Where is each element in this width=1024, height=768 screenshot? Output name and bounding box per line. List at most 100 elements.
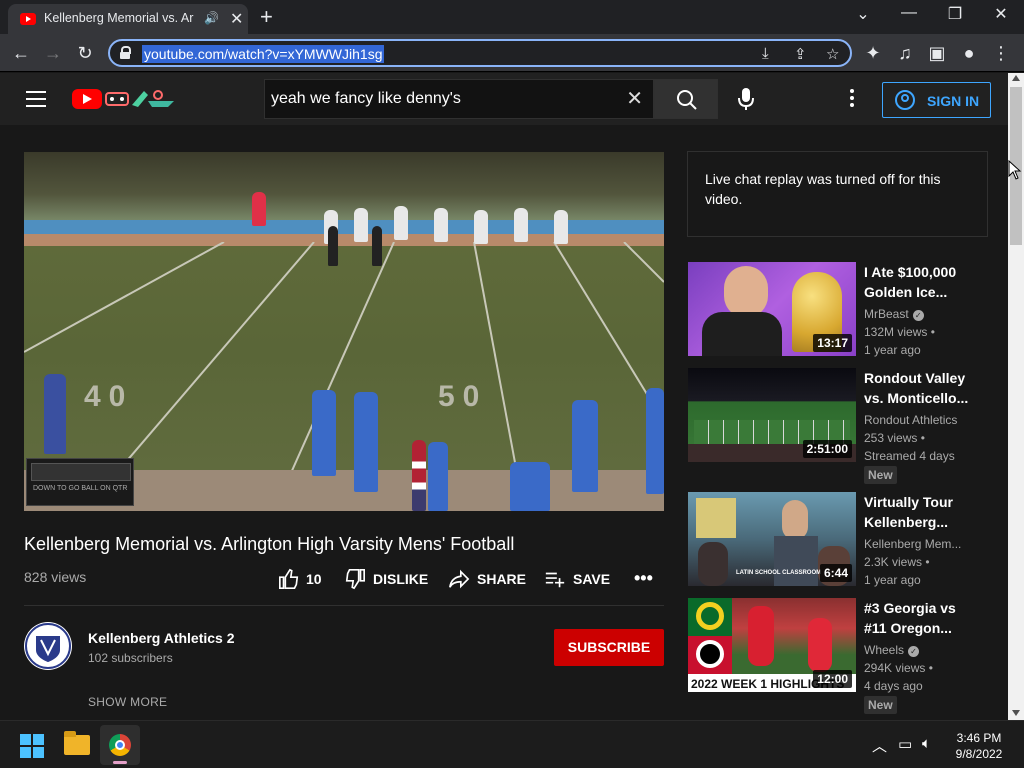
- active-app-indicator: [113, 761, 127, 764]
- player-figure: [514, 208, 528, 242]
- video-title-line-1[interactable]: Rondout Valley: [864, 368, 976, 388]
- bookmark-star-icon[interactable]: ☆: [826, 45, 839, 63]
- browser-toolbar: ← → ↻ youtube.com/watch?v=xYMWWJih1sg ⤓ …: [0, 34, 1024, 72]
- video-thumbnail[interactable]: 2022 WEEK 1 HIGHLIGHTS 12:00: [688, 598, 856, 692]
- video-title-line-2[interactable]: vs. Monticello...: [864, 388, 976, 408]
- forward-button[interactable]: →: [40, 40, 66, 66]
- channel-name[interactable]: MrBeast: [864, 307, 909, 321]
- hamburger-menu-icon[interactable]: [26, 91, 46, 107]
- channel-name[interactable]: Kellenberg Athletics 2: [88, 630, 235, 646]
- subscriber-count: 102 subscribers: [88, 651, 173, 665]
- channel-name[interactable]: Kellenberg Mem...: [864, 537, 982, 551]
- channel-name-row[interactable]: Wheels ✓: [864, 643, 982, 657]
- sign-in-label: SIGN IN: [927, 93, 980, 109]
- channel-name[interactable]: Wheels: [864, 643, 904, 657]
- video-title-line-2[interactable]: Golden Ice...: [864, 282, 976, 302]
- speaker-icon[interactable]: 🔊: [204, 11, 219, 25]
- thumbs-up-icon: [279, 568, 299, 589]
- browser-tab-strip: Kellenberg Memorial vs. Arlin 🔊 ✕ + ⌄ — …: [0, 0, 1024, 34]
- verified-check-icon: ✓: [908, 646, 920, 657]
- yard-number-40: 40: [84, 380, 134, 413]
- voice-search-mic-icon[interactable]: [736, 87, 756, 111]
- profile-avatar-icon[interactable]: ●: [956, 40, 982, 66]
- extensions-puzzle-icon[interactable]: ✦: [860, 40, 886, 66]
- video-thumbnail[interactable]: 2:51:00: [688, 368, 856, 462]
- video-age: Streamed 4 days: [864, 449, 955, 463]
- sign-in-button[interactable]: SIGN IN: [882, 82, 991, 118]
- video-views: 253 views •: [864, 431, 925, 445]
- install-app-icon[interactable]: ⤓: [762, 45, 769, 62]
- video-thumbnail[interactable]: 13:17: [688, 262, 856, 356]
- youtube-header: yeah we fancy like denny's ✕ SIGN IN: [0, 73, 1008, 125]
- close-window-button[interactable]: ✕: [986, 4, 1016, 24]
- windows-taskbar: ︿ ▭ 🔈︎ 3:46 PM 9/8/2022: [0, 720, 1024, 768]
- clock-time: 3:46 PM: [956, 731, 1002, 745]
- system-clock[interactable]: 3:46 PM 9/8/2022: [944, 730, 1014, 762]
- clear-search-icon[interactable]: ✕: [626, 86, 643, 111]
- video-player[interactable]: 40 50 DOWN TO GO BALL ON QTR: [24, 152, 664, 511]
- settings-more-icon[interactable]: [850, 89, 856, 109]
- player-figure: [510, 462, 550, 511]
- save-label: SAVE: [573, 571, 611, 587]
- url-text[interactable]: youtube.com/watch?v=xYMWWJih1sg: [142, 45, 385, 63]
- coach-figure: [572, 400, 598, 492]
- more-actions-icon[interactable]: •••: [634, 568, 654, 589]
- file-explorer-icon[interactable]: [64, 731, 90, 755]
- search-query-text[interactable]: yeah we fancy like denny's: [271, 90, 461, 108]
- video-views: 132M views •: [864, 325, 935, 339]
- scroll-down-arrow-icon[interactable]: [1012, 710, 1020, 716]
- player-figure: [646, 388, 664, 494]
- thumbs-down-icon: [345, 569, 365, 590]
- video-title-line-1[interactable]: #3 Georgia vs: [864, 598, 976, 618]
- browser-tab[interactable]: Kellenberg Memorial vs. Arlin 🔊 ✕: [8, 4, 248, 34]
- recommended-video[interactable]: LATIN SCHOOL CLASSROOM 6:44 Virtually To…: [688, 492, 988, 588]
- youtube-doodle-logo[interactable]: [104, 87, 176, 111]
- address-bar[interactable]: youtube.com/watch?v=xYMWWJih1sg ⤓ ⇪ ☆: [108, 39, 852, 67]
- channel-avatar[interactable]: [24, 622, 72, 670]
- show-hidden-icons-chevron-icon[interactable]: ︿: [872, 735, 887, 756]
- youtube-logo-icon[interactable]: [72, 89, 102, 109]
- recommended-video[interactable]: 2022 WEEK 1 HIGHLIGHTS 12:00 #3 Georgia …: [688, 598, 988, 714]
- player-figure: [354, 208, 368, 242]
- network-icon[interactable]: ▭: [898, 735, 912, 753]
- media-controls-icon[interactable]: ♫: [892, 40, 918, 66]
- new-tab-button[interactable]: +: [260, 4, 273, 30]
- tab-search-chevron-icon[interactable]: ⌄: [848, 4, 878, 24]
- video-title-line-1[interactable]: I Ate $100,000: [864, 262, 976, 282]
- back-button[interactable]: ←: [8, 40, 34, 66]
- mouse-cursor-icon: [1008, 160, 1022, 180]
- lock-icon[interactable]: [120, 46, 131, 59]
- video-title-line-1[interactable]: Virtually Tour: [864, 492, 976, 512]
- chrome-menu-icon[interactable]: ⋮: [988, 40, 1014, 66]
- channel-name[interactable]: Rondout Athletics: [864, 413, 982, 427]
- video-age: 1 year ago: [864, 343, 921, 357]
- video-title-line-2[interactable]: #11 Oregon...: [864, 618, 976, 638]
- tab-title: Kellenberg Memorial vs. Arlin: [44, 11, 194, 25]
- video-duration: 13:17: [813, 334, 852, 352]
- scoreboard-overlay: DOWN TO GO BALL ON QTR: [26, 458, 134, 506]
- share-page-icon[interactable]: ⇪: [794, 45, 807, 63]
- restore-button[interactable]: ❐: [940, 4, 970, 24]
- search-input[interactable]: yeah we fancy like denny's ✕: [264, 79, 654, 119]
- search-button[interactable]: [654, 79, 718, 119]
- like-count: 10: [306, 571, 322, 587]
- subscribe-button[interactable]: SUBSCRIBE: [554, 629, 664, 666]
- share-label: SHARE: [477, 571, 527, 587]
- video-title-line-2[interactable]: Kellenberg...: [864, 512, 976, 532]
- channel-name-row[interactable]: MrBeast ✓: [864, 307, 982, 321]
- show-more-button[interactable]: SHOW MORE: [88, 695, 167, 709]
- video-age: 4 days ago: [864, 679, 923, 693]
- recommended-video[interactable]: 2:51:00 Rondout Valley vs. Monticello...…: [688, 368, 988, 484]
- side-panel-icon[interactable]: ▣: [924, 40, 950, 66]
- close-tab-icon[interactable]: ✕: [230, 9, 243, 29]
- player-figure: [428, 442, 448, 511]
- chrome-taskbar-button[interactable]: [100, 725, 140, 765]
- volume-icon[interactable]: 🔈︎: [922, 735, 931, 752]
- minimize-button[interactable]: —: [894, 4, 924, 22]
- video-thumbnail[interactable]: LATIN SCHOOL CLASSROOM 6:44: [688, 492, 856, 586]
- scroll-up-arrow-icon[interactable]: [1012, 75, 1020, 81]
- windows-start-icon[interactable]: [20, 734, 44, 758]
- video-duration: 2:51:00: [802, 440, 852, 458]
- reload-button[interactable]: ↻: [72, 40, 98, 66]
- recommended-video[interactable]: 13:17 I Ate $100,000 Golden Ice... MrBea…: [688, 262, 988, 358]
